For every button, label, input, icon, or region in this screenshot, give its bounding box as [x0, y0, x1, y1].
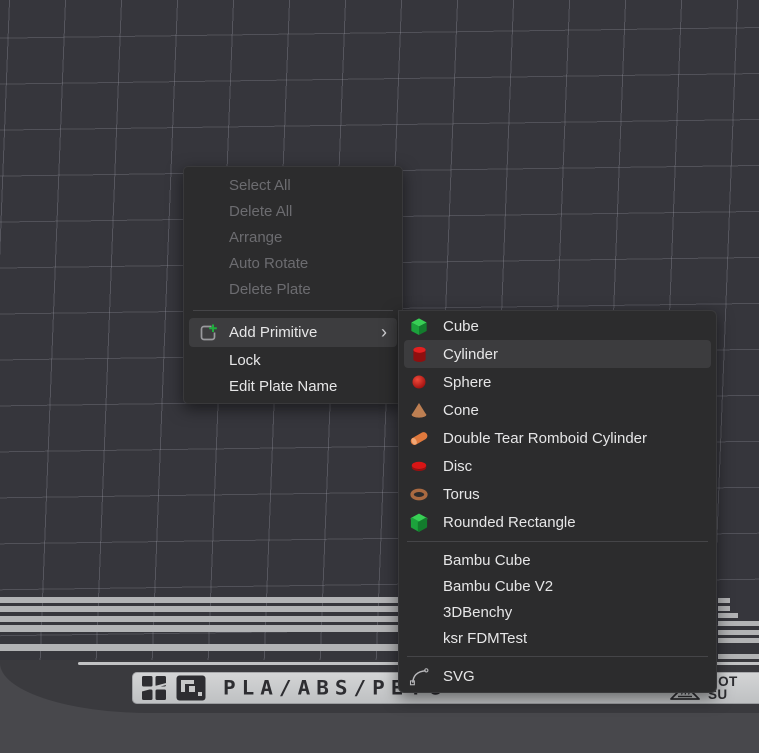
add-primitive-icon — [198, 323, 218, 343]
plate-stripe — [718, 621, 759, 626]
submenu-item-rounded-rectangle[interactable]: Rounded Rectangle — [399, 508, 716, 536]
submenu-item-cone[interactable]: Cone — [399, 396, 716, 424]
add-primitive-submenu: Cube Cylinder Sphere Con — [398, 310, 717, 693]
romboid-cylinder-icon — [409, 429, 429, 448]
submenu-item-cube[interactable]: Cube — [399, 312, 716, 340]
submenu-item-bambu-cube-v2[interactable]: Bambu Cube V2 — [399, 573, 716, 599]
plate-stripe — [0, 606, 420, 612]
chevron-right-icon: › — [381, 323, 387, 343]
menu-item-lock[interactable]: Lock — [184, 347, 402, 373]
menu-item-edit-plate-name[interactable]: Edit Plate Name — [184, 373, 402, 399]
plate-stripe — [718, 598, 730, 603]
plate-stripe — [718, 606, 730, 611]
cylinder-icon — [412, 345, 427, 364]
submenu-item-sphere[interactable]: Sphere — [399, 368, 716, 396]
submenu-separator — [407, 656, 708, 657]
bezier-curve-icon — [409, 665, 429, 688]
plate-stripe — [718, 613, 738, 618]
menu-separator — [193, 310, 393, 311]
plate-stripe — [718, 630, 759, 635]
torus-icon — [410, 488, 428, 501]
cone-icon — [410, 402, 428, 418]
menu-item-delete-plate: Delete Plate — [184, 276, 402, 302]
menu-item-select-all: Select All — [184, 172, 402, 198]
plate-type-logo — [176, 675, 206, 701]
submenu-item-double-tear-romboid-cylinder[interactable]: Double Tear Romboid Cylinder — [399, 424, 716, 452]
rounded-rectangle-icon — [410, 513, 428, 532]
plate-stripe — [0, 616, 420, 622]
menu-item-add-primitive[interactable]: Add Primitive › — [189, 318, 397, 347]
menu-item-delete-all: Delete All — [184, 198, 402, 224]
disc-icon — [411, 461, 427, 472]
menu-item-auto-rotate: Auto Rotate — [184, 250, 402, 276]
submenu-item-torus[interactable]: Torus — [399, 480, 716, 508]
submenu-item-disc[interactable]: Disc — [399, 452, 716, 480]
cube-icon — [410, 317, 428, 336]
bambu-lab-logo — [141, 675, 167, 701]
plate-stripe — [0, 625, 420, 632]
submenu-item-3dbenchy[interactable]: 3DBenchy — [399, 599, 716, 625]
plate-stripe — [0, 597, 420, 603]
submenu-item-ksr-fdmtest[interactable]: ksr FDMTest — [399, 625, 716, 651]
submenu-item-svg[interactable]: SVG — [399, 662, 716, 690]
plate-context-menu: Select All Delete All Arrange Auto Rotat… — [183, 166, 403, 404]
menu-item-arrange: Arrange — [184, 224, 402, 250]
submenu-item-cylinder[interactable]: Cylinder — [404, 340, 711, 368]
plate-stripe — [718, 638, 759, 643]
plate-stripe — [0, 644, 420, 651]
submenu-item-bambu-cube[interactable]: Bambu Cube — [399, 547, 716, 573]
sphere-icon — [412, 375, 426, 389]
submenu-separator — [407, 541, 708, 542]
plate-stripe — [718, 654, 759, 659]
